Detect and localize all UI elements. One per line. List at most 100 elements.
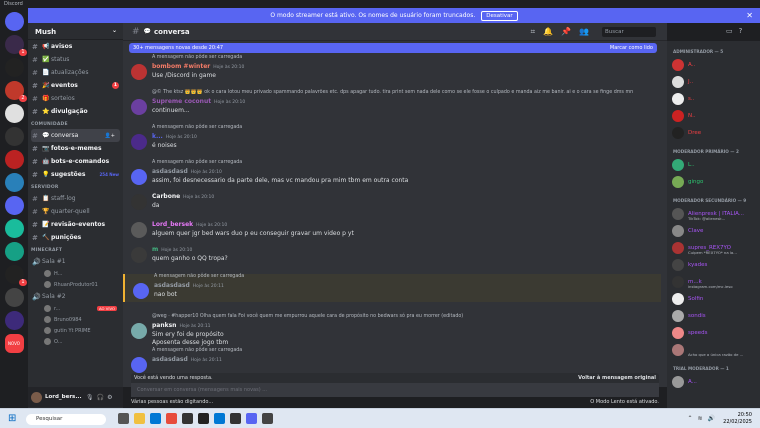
system-tray[interactable]: ⌃ ≋ 🔊 [687,415,715,422]
reply-reference[interactable]: A mensagem não pôde ser carregada [152,160,242,165]
message[interactable]: A mensagem não pôde ser carregada asdasda… [123,274,661,302]
disable-button[interactable]: Desativar [481,10,518,21]
member-item[interactable]: m...k instagram.com/mc.leso [667,273,760,290]
windows-start-icon[interactable]: ⊞ [8,413,16,424]
message[interactable]: A mensagem não pôde ser carregada k... Hoj… [123,125,661,153]
server-icon[interactable] [4,196,24,215]
server-icon[interactable]: 1 [4,35,27,56]
chevron-up-icon[interactable]: ⌃ [687,415,692,422]
channel-item[interactable]: # 📝 revisão-eventos [28,218,123,231]
server-icon[interactable] [4,104,24,123]
headphones-icon[interactable]: 🎧 [97,394,104,401]
message[interactable]: A mensagem não pôde ser carregada asdasda… [123,160,661,188]
mark-read-button[interactable]: Marcar como lido [610,45,653,51]
message[interactable]: A mensagem não pôde ser carregada bombom … [123,55,661,83]
server-icon[interactable] [4,150,24,169]
avatar[interactable] [131,64,147,80]
server-icon[interactable] [4,12,24,31]
avatar[interactable] [133,283,149,299]
message[interactable]: Lord_bersek Hoje às 20:10 alguem quer jgr … [123,221,661,243]
server-list[interactable]: 1 2 1 NOVO [0,8,28,408]
message-author[interactable]: Lord_bersek [152,221,193,228]
avatar[interactable] [131,357,147,373]
voice-user[interactable]: H... [28,268,123,279]
category-comunidade[interactable]: COMUNIDADE [28,118,123,129]
server-icon[interactable] [4,288,24,307]
member-item[interactable]: Acho que a única razão de ... [667,341,760,358]
guild-header[interactable]: Mush ⌄ [28,23,123,40]
category-minecraft[interactable]: MINECRAFT [28,244,123,255]
wifi-icon[interactable]: ≋ [697,415,702,422]
message-input[interactable]: Conversar em conversa (mensagens mais no… [131,383,659,397]
new-server-icon[interactable]: NOVO [4,334,24,353]
store-icon[interactable] [214,413,225,424]
message[interactable]: Carbone Hoje às 20:10 da [123,193,661,215]
message-author[interactable]: m [152,246,158,253]
member-item[interactable]: s.. [667,90,760,107]
explorer-icon[interactable] [134,413,145,424]
channel-item[interactable]: # 🎉 eventos 1 [28,79,123,92]
clock[interactable]: 20:50 22/02/2025 [723,412,752,426]
server-icon[interactable] [4,173,24,192]
server-icon[interactable] [4,58,24,77]
member-list[interactable]: ADMINISTRADOR — 5 A.. J.. s.. N.. Dree MODERAD… [667,41,760,408]
message-author[interactable]: panksn [152,322,176,329]
taskview-icon[interactable] [118,413,129,424]
message[interactable]: A mensagem não pôde ser carregada asdasda… [123,348,661,376]
voice-user[interactable]: gutin Yt PRIME [28,325,123,336]
member-item[interactable]: supres_REX7YO Cuipem *REX7YO* na la... [667,239,760,256]
speaker-icon[interactable]: 🔊 [708,415,715,422]
member-item[interactable]: A.. [667,56,760,73]
app-icon[interactable] [166,413,177,424]
message-author[interactable]: bombom #winter [152,63,210,70]
gear-icon[interactable]: ⚙ [107,394,112,401]
channel-item[interactable]: # ⭐ divulgação [28,105,123,118]
server-icon[interactable] [4,311,24,330]
channel-item[interactable]: # 💬 conversa 👤+ [31,129,120,142]
category-servidor[interactable]: SERVIDOR [28,181,123,192]
voice-user[interactable]: RhuanProdutor01 [28,279,123,290]
taskbar-search[interactable]: Pesquisar [26,414,106,425]
avatar[interactable] [31,391,42,403]
message[interactable]: @weg · #happer10 Olha quem fala Foi você… [123,314,661,350]
voice-user[interactable]: r... AO VIVO [28,303,123,314]
avatar[interactable] [131,99,147,115]
invite-icon[interactable]: 👤+ [105,133,115,139]
channel-item[interactable]: # 📋 staff-log [28,192,123,205]
member-item[interactable]: gingo [667,173,760,190]
member-item[interactable]: L.. [667,156,760,173]
reply-reference[interactable]: A mensagem não pôde ser carregada [152,55,242,60]
message[interactable]: m Hoje às 20:10 quem ganho o QQ tropa? [123,246,661,268]
jump-to-original-button[interactable]: Voltar à mensagem original [578,375,656,381]
server-icon[interactable]: 2 [4,81,27,102]
message-author[interactable]: Supreme coconut [152,98,211,105]
server-icon[interactable] [4,242,24,261]
members-icon[interactable]: 👥 [579,27,589,37]
message[interactable]: @© The ktsz 👑👑👑 ok o cara lotou meu priv… [123,90,661,118]
channel-item[interactable]: # ✅ status [28,53,123,66]
message-author[interactable]: asdasdasd [152,356,188,363]
member-item[interactable]: A... [667,373,760,390]
help-icon[interactable]: ? [739,27,743,35]
app-icon[interactable] [230,413,241,424]
discord-icon[interactable] [246,413,257,424]
new-messages-bar[interactable]: 30+ mensagens novas desde 20:47 Marcar c… [129,43,657,53]
avatar[interactable] [131,247,147,263]
member-item[interactable]: N.. [667,107,760,124]
member-item[interactable]: Clave [667,222,760,239]
edge-icon[interactable] [150,413,161,424]
message-author[interactable]: Carbone [152,193,180,200]
close-icon[interactable]: ✕ [746,11,753,20]
channel-item[interactable]: # 🏆 quarter-quell [28,205,123,218]
message-author[interactable]: k... [152,133,163,140]
member-item[interactable]: Dree [667,124,760,141]
server-icon[interactable] [4,127,24,146]
avatar[interactable] [131,323,147,339]
voice-user[interactable]: Bruno0984 [28,314,123,325]
avatar[interactable] [131,194,147,210]
member-item[interactable]: kyades [667,256,760,273]
channel-item[interactable]: # 💡 sugestões 254 New [28,168,123,181]
reply-reference[interactable]: A mensagem não pôde ser carregada [152,348,242,353]
channel-item[interactable]: # 🤖 bots-e-comandos [28,155,123,168]
member-item[interactable]: J.. [667,73,760,90]
